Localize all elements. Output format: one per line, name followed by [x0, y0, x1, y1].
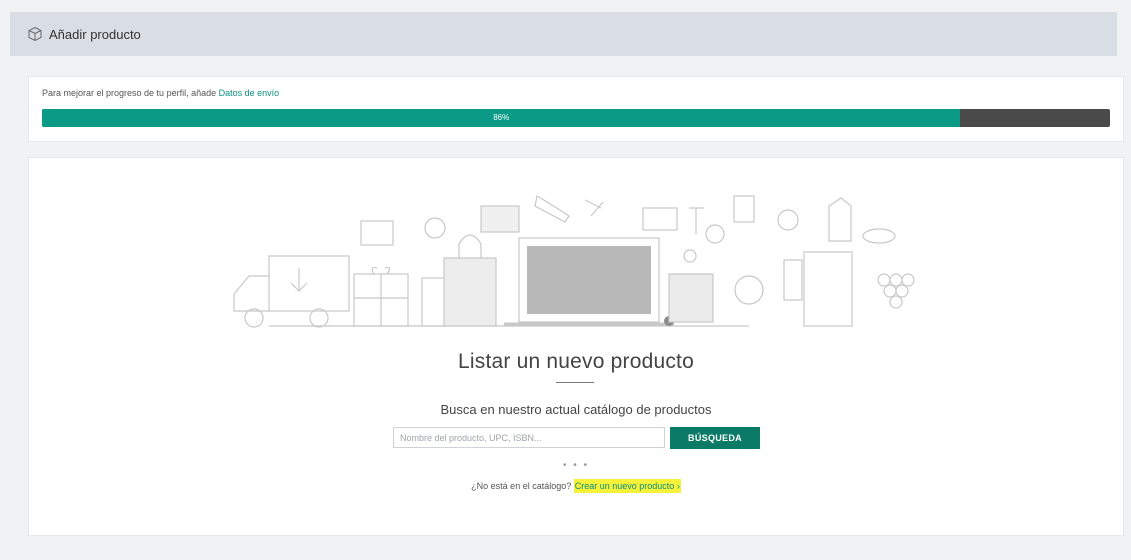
not-in-catalog-row: ¿No está en el catálogo? Crear un nuevo … [29, 479, 1123, 493]
page-title: Añadir producto [49, 26, 141, 42]
hat-icon [862, 228, 896, 244]
not-in-catalog-text: ¿No está en el catálogo? [471, 481, 574, 491]
jacket-icon [828, 197, 852, 242]
heading-divider [556, 382, 594, 383]
profile-progress-card: Para mejorar el progreso de tu perfil, a… [28, 76, 1124, 142]
package-icon [668, 273, 714, 323]
progress-message: Para mejorar el progreso de tu perfil, a… [42, 88, 279, 98]
product-search-input[interactable] [393, 427, 665, 448]
create-new-product-label: Crear un nuevo producto [574, 481, 675, 491]
grapes-icon [877, 273, 915, 309]
lamp-icon [689, 207, 704, 234]
list-product-heading: Listar un nuevo producto [458, 350, 694, 373]
search-catalog-subheading: Busca en nuestro actual catálogo de prod… [440, 402, 712, 417]
create-new-product-link[interactable]: Crear un nuevo producto › [573, 479, 681, 493]
phone-icon [421, 277, 447, 327]
wallet-icon [360, 220, 394, 246]
dollar-coin-icon [734, 275, 764, 305]
smartwatch-icon [733, 195, 755, 223]
shopping-bag-icon [443, 234, 497, 327]
progress-bar: 86% [42, 109, 1110, 127]
pie-chart-icon [705, 224, 725, 244]
products-illustration [233, 195, 915, 328]
exercise-bike-icon [584, 199, 604, 217]
box-icon [28, 26, 42, 42]
coin-icon [777, 209, 799, 231]
chat-bubble-icon [480, 205, 520, 233]
progress-percent-label: 86% [493, 113, 510, 122]
laptop-icon [504, 237, 674, 326]
search-button[interactable]: BÚSQUEDA [670, 427, 760, 449]
gift-icon [353, 267, 409, 327]
pin-icon [683, 249, 697, 263]
progress-message-text: Para mejorar el progreso de tu perfil, a… [42, 88, 219, 98]
clock-icon [424, 217, 446, 239]
shipping-data-link[interactable]: Datos de envío [219, 88, 280, 98]
card-reader-icon [783, 259, 803, 301]
chevron-right-icon: › [676, 481, 680, 491]
page-header: Añadir producto [10, 12, 1117, 56]
list-product-card: Listar un nuevo producto Busca en nuestr… [28, 157, 1124, 536]
separator-dots: • • • [562, 460, 590, 471]
receipt-icon [803, 251, 853, 327]
shoe-icon [534, 195, 570, 223]
truck-icon [233, 255, 350, 328]
credit-card-icon [642, 207, 678, 231]
